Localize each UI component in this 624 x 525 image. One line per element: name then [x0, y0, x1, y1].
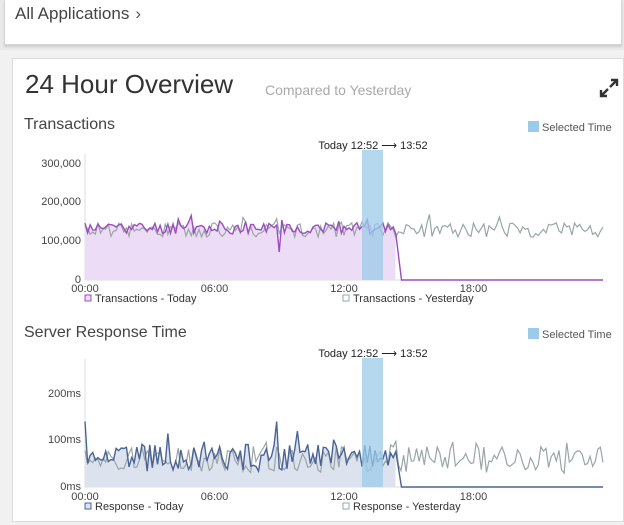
transactions-x-tick-label: 06:00 [201, 283, 229, 295]
transactions-range-label: Today 12:52 ⟶ 13:52 [318, 140, 427, 152]
charts-canvas[interactable]: 300,000200,000100,0000Today 12:52 ⟶ 13:5… [0, 0, 624, 525]
transactions-y-tick-label: 200,000 [41, 196, 81, 208]
transactions-y-tick-label: 100,000 [41, 235, 81, 247]
response-x-tick-label: 18:00 [460, 491, 488, 503]
transactions-selected-time-band [362, 150, 383, 280]
response-range-label: Today 12:52 ⟶ 13:52 [318, 348, 427, 360]
response-today-legend-swatch [84, 502, 92, 510]
transactions-today-legend-swatch [84, 294, 92, 302]
response-y-tick-label: 100ms [48, 434, 82, 446]
response-x-tick-label: 06:00 [201, 491, 229, 503]
transactions-today-legend-label: Transactions - Today [95, 293, 197, 305]
response-yesterday-legend-label: Response - Yesterday [353, 501, 461, 513]
response-y-tick-label: 200ms [48, 388, 82, 400]
transactions-y-tick-label: 300,000 [41, 158, 81, 170]
transactions-yesterday-legend-label: Transactions - Yesterday [353, 293, 474, 305]
response-yesterday-legend-swatch [342, 502, 350, 510]
transactions-yesterday-legend-swatch [342, 294, 350, 302]
response-today-legend-label: Response - Today [95, 501, 184, 513]
response-selected-time-band [362, 358, 383, 487]
